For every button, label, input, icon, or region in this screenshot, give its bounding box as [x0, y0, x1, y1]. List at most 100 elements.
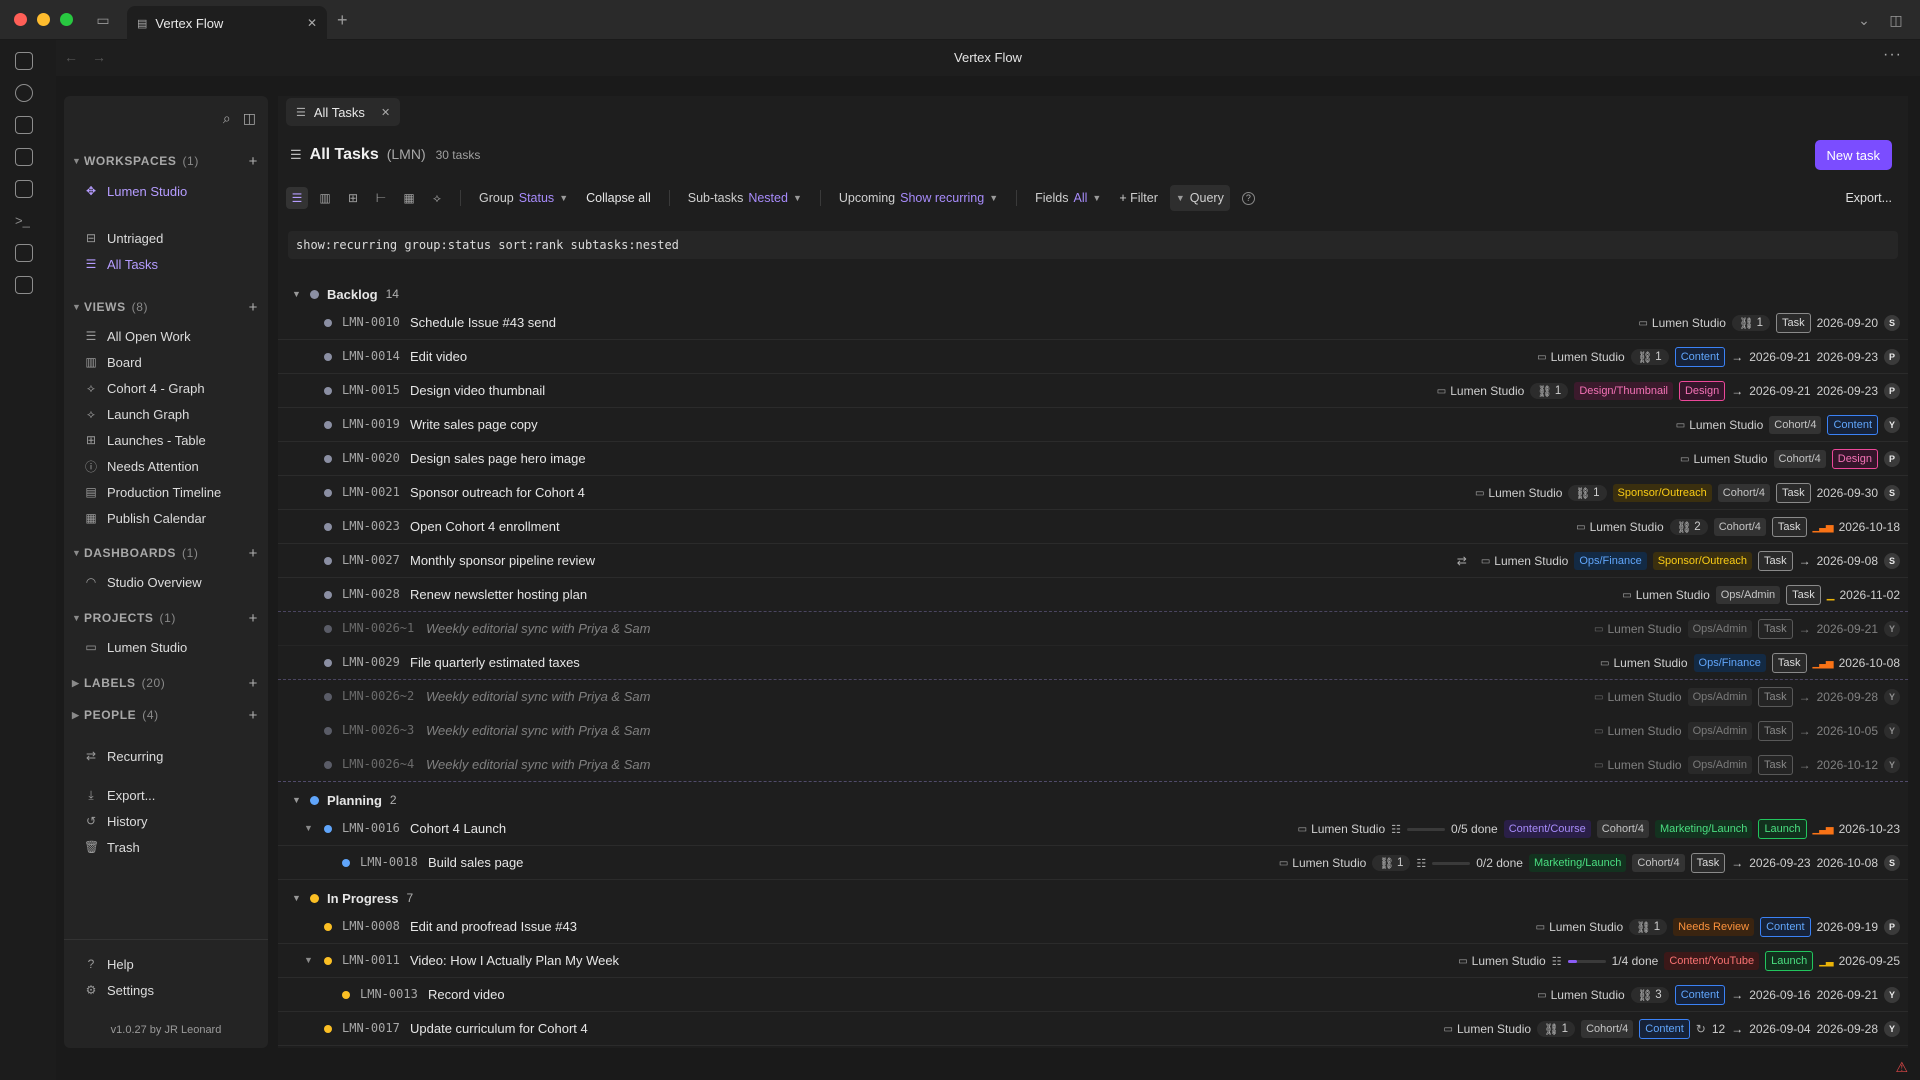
due-date[interactable]: 2026-09-28: [1817, 1022, 1878, 1036]
terminal-icon[interactable]: >_: [15, 212, 33, 230]
type-badge[interactable]: Launch: [1758, 819, 1807, 839]
avatar[interactable]: P: [1884, 919, 1900, 935]
add-person-button[interactable]: +: [249, 707, 258, 724]
add-workspace-button[interactable]: +: [249, 153, 258, 170]
task-row[interactable]: LMN-0019 Write sales page copy ▭ Lumen St…: [278, 408, 1908, 442]
avatar[interactable]: Y: [1884, 723, 1900, 739]
label-badge[interactable]: Cohort/4: [1713, 518, 1766, 536]
project-chip[interactable]: ▭ Lumen Studio: [1638, 316, 1726, 330]
panel-toggle-icon[interactable]: ◫: [243, 110, 256, 127]
type-badge[interactable]: Task: [1775, 313, 1811, 333]
label-badge[interactable]: Ops/Finance: [1574, 552, 1647, 570]
sidebar-item-dashboard[interactable]: ◠ Studio Overview: [84, 571, 256, 593]
project-chip[interactable]: ▭ Lumen Studio: [1458, 954, 1546, 968]
label-badge[interactable]: Cohort/4: [1773, 450, 1826, 468]
sidebar-item-view[interactable]: ☰ All Open Work: [84, 325, 256, 347]
due-date[interactable]: 2026-10-05: [1817, 724, 1878, 738]
sync-error-icon[interactable]: ⚠: [1895, 1059, 1908, 1076]
collapse-all-button[interactable]: Collapse all: [580, 191, 657, 205]
avatar[interactable]: S: [1884, 315, 1900, 331]
recurring-instance-row[interactable]: LMN-0026~4 Weekly editorial sync with Pr…: [278, 748, 1908, 782]
avatar[interactable]: Y: [1884, 757, 1900, 773]
links-badge[interactable]: ⛓ 2: [1669, 519, 1708, 535]
task-row[interactable]: LMN-0023 Open Cohort 4 enrollment ▭ Lumen…: [278, 510, 1908, 544]
avatar[interactable]: Y: [1884, 1021, 1900, 1037]
labels-header[interactable]: ▶ LABELS (20) +: [72, 672, 258, 694]
new-task-button[interactable]: New task: [1814, 140, 1892, 170]
recurring-instance-row[interactable]: LMN-0026~3 Weekly editorial sync with Pr…: [278, 714, 1908, 748]
sidebar-item-untriaged[interactable]: ⊟ Untriaged: [84, 227, 256, 249]
start-date[interactable]: 2026-09-04: [1749, 1022, 1810, 1036]
group-header-in-progress[interactable]: ▼ In Progress 7: [292, 887, 413, 909]
people-header[interactable]: ▶ PEOPLE (4) +: [72, 704, 258, 726]
due-date[interactable]: 2026-09-08: [1817, 554, 1878, 568]
add-label-button[interactable]: +: [249, 675, 258, 692]
chevron-down-icon[interactable]: ⌄: [1854, 10, 1874, 30]
sidebar-item-view[interactable]: ⓘ Needs Attention: [84, 455, 256, 477]
group-by-dropdown[interactable]: Group Status ▼: [473, 191, 574, 205]
due-date[interactable]: 2026-09-23: [1817, 384, 1878, 398]
links-badge[interactable]: ⛓ 1: [1630, 349, 1669, 365]
chevron-down-icon[interactable]: ▼: [304, 955, 313, 965]
add-project-button[interactable]: +: [249, 610, 258, 627]
recurring-instance-row[interactable]: LMN-0026~2 Weekly editorial sync with Pr…: [278, 680, 1908, 714]
close-icon[interactable]: ✕: [381, 106, 390, 119]
label-badge[interactable]: Sponsor/Outreach: [1652, 552, 1752, 570]
close-window-button[interactable]: [14, 13, 27, 26]
add-view-button[interactable]: +: [249, 299, 258, 316]
project-chip[interactable]: ▭ Lumen Studio: [1444, 1022, 1532, 1036]
label-badge[interactable]: Ops/Admin: [1715, 586, 1781, 604]
sidebar-item-all-tasks[interactable]: ☰ All Tasks: [84, 253, 256, 275]
label-badge[interactable]: Marketing/Launch: [1654, 820, 1753, 838]
upcoming-dropdown[interactable]: Upcoming Show recurring ▼: [833, 191, 1004, 205]
project-chip[interactable]: ▭ Lumen Studio: [1594, 690, 1682, 704]
links-badge[interactable]: ⛓ 1: [1372, 855, 1411, 871]
project-chip[interactable]: ▭ Lumen Studio: [1536, 920, 1624, 934]
sidebar-item-view[interactable]: ▤ Production Timeline: [84, 481, 256, 503]
links-badge[interactable]: ⛓ 1: [1537, 1021, 1576, 1037]
browser-tab[interactable]: ▤ Vertex Flow ✕: [127, 6, 327, 40]
task-row[interactable]: ▼ LMN-0011 Video: How I Actually Plan My…: [278, 944, 1908, 978]
calendar-icon[interactable]: [15, 148, 33, 166]
project-chip[interactable]: ▭ Lumen Studio: [1576, 520, 1664, 534]
sidebar-item-recurring[interactable]: ⇄ Recurring: [84, 745, 256, 767]
graph-view-icon[interactable]: ⟡: [426, 187, 448, 209]
type-badge[interactable]: Task: [1757, 755, 1793, 775]
group-header-planning[interactable]: ▼ Planning 2: [292, 789, 397, 811]
project-chip[interactable]: ▭ Lumen Studio: [1279, 856, 1367, 870]
due-date[interactable]: 2026-09-21: [1817, 988, 1878, 1002]
due-date[interactable]: 2026-09-28: [1817, 690, 1878, 704]
due-date[interactable]: 2026-09-20: [1817, 316, 1878, 330]
new-tab-button[interactable]: +: [337, 10, 348, 30]
query-toggle-button[interactable]: ▼ Query: [1169, 185, 1230, 211]
sidebar-item-view[interactable]: ⟡ Launch Graph: [84, 403, 256, 425]
workspaces-header[interactable]: ▼ WORKSPACES (1) +: [72, 150, 258, 172]
chevron-down-icon[interactable]: ▼: [304, 823, 313, 833]
bookmark-icon[interactable]: [15, 276, 33, 294]
type-badge[interactable]: Task: [1757, 721, 1793, 741]
label-badge[interactable]: Ops/Admin: [1687, 688, 1752, 706]
links-badge[interactable]: ⛓ 1: [1530, 383, 1569, 399]
recurring-instance-row[interactable]: LMN-0026~1 Weekly editorial sync with Pr…: [278, 612, 1908, 646]
copy-icon[interactable]: [15, 180, 33, 198]
type-badge[interactable]: Task: [1757, 619, 1793, 639]
links-badge[interactable]: ⛓ 1: [1568, 485, 1607, 501]
task-row[interactable]: LMN-0017 Update curriculum for Cohort 4 …: [278, 1012, 1908, 1046]
type-badge[interactable]: Design: [1831, 449, 1878, 469]
list-grid-icon[interactable]: [15, 244, 33, 262]
tab-all-tasks[interactable]: ☰ All Tasks ✕: [286, 98, 401, 126]
label-badge[interactable]: Needs Review: [1673, 918, 1755, 936]
task-row[interactable]: LMN-0010 Schedule Issue #43 send ▭ Lumen …: [278, 306, 1908, 340]
project-chip[interactable]: ▭ Lumen Studio: [1594, 622, 1682, 636]
links-badge[interactable]: ⛓ 3: [1630, 987, 1669, 1003]
type-badge[interactable]: Task: [1775, 483, 1811, 503]
sidebar-item-workspace[interactable]: ✥ Lumen Studio: [84, 180, 256, 202]
avatar[interactable]: Y: [1884, 621, 1900, 637]
task-row[interactable]: LMN-0020 Design sales page hero image ▭ L…: [278, 442, 1908, 476]
due-date[interactable]: 2026-10-08: [1839, 656, 1900, 670]
task-row[interactable]: LMN-0027 Monthly sponsor pipeline review…: [278, 544, 1908, 578]
project-chip[interactable]: ▭ Lumen Studio: [1437, 384, 1525, 398]
add-filter-button[interactable]: + Filter: [1113, 191, 1164, 205]
label-badge[interactable]: Cohort/4: [1769, 416, 1822, 434]
views-header[interactable]: ▼ VIEWS (8) +: [72, 296, 258, 318]
